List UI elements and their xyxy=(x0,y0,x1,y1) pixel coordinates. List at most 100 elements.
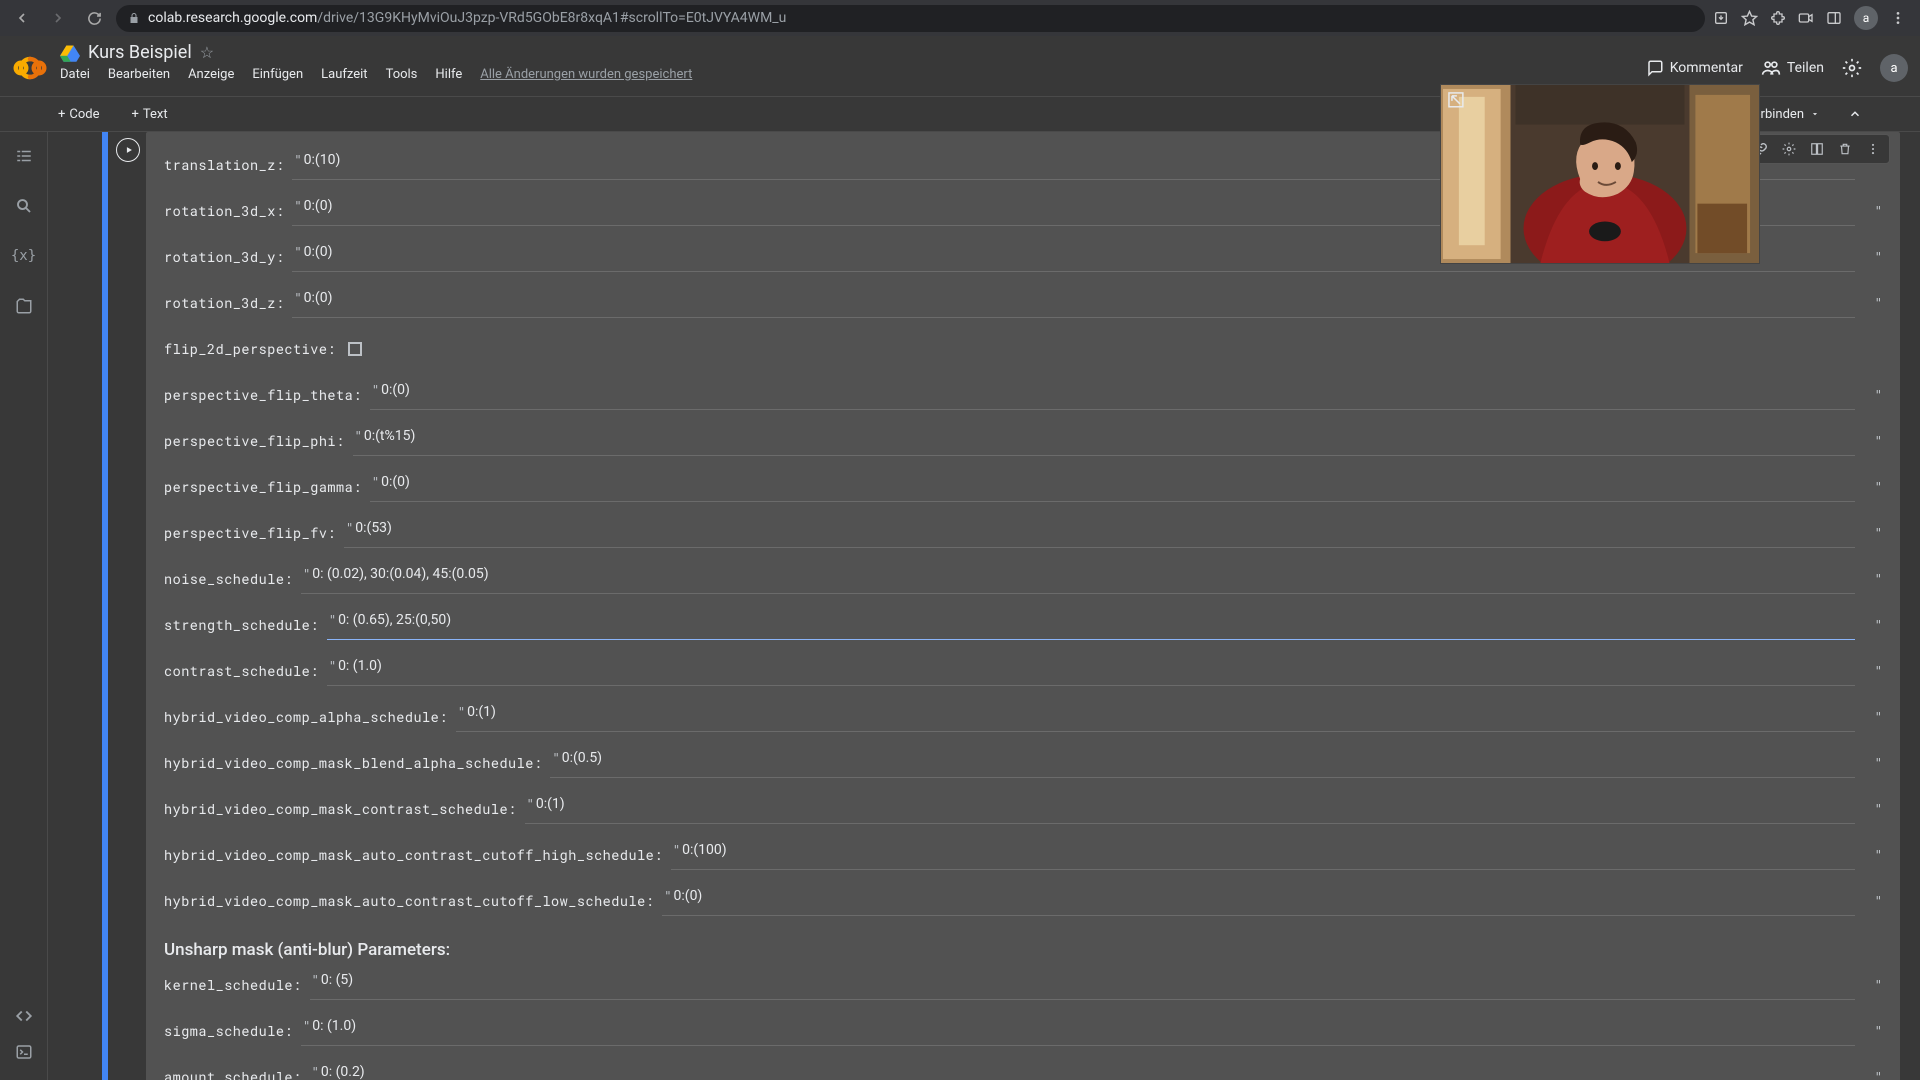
plus-icon: + xyxy=(132,107,139,122)
cell-focus-bar xyxy=(102,132,108,1080)
param-row: amount_schedule:"" xyxy=(164,1054,1882,1080)
quote-icon: " xyxy=(1875,802,1882,816)
quote-icon: " xyxy=(1875,572,1882,586)
param-label: perspective_flip_theta: xyxy=(164,386,362,404)
param-input[interactable] xyxy=(312,566,1855,582)
param-checkbox[interactable] xyxy=(348,342,362,356)
quote-icon: " xyxy=(310,973,321,987)
quote-icon: " xyxy=(344,521,355,535)
quote-icon: " xyxy=(292,153,303,167)
quote-icon: " xyxy=(550,751,561,765)
quote-icon: " xyxy=(662,889,673,903)
param-input[interactable] xyxy=(312,1018,1855,1034)
quote-icon: " xyxy=(1875,756,1882,770)
param-input[interactable] xyxy=(381,382,1855,398)
param-field[interactable]: " xyxy=(301,564,1855,594)
param-field[interactable]: " xyxy=(456,702,1855,732)
notebook-title[interactable]: Kurs Beispiel xyxy=(88,42,192,63)
param-label: rotation_3d_z: xyxy=(164,294,284,312)
param-input[interactable] xyxy=(338,658,1855,674)
param-input[interactable] xyxy=(381,474,1855,490)
run-cell-button[interactable] xyxy=(116,138,140,162)
search-icon[interactable] xyxy=(14,196,34,216)
delete-icon[interactable] xyxy=(1833,137,1857,161)
param-field[interactable]: " xyxy=(301,1016,1855,1046)
param-field[interactable]: " xyxy=(353,426,1855,456)
menu-view[interactable]: Anzeige xyxy=(188,67,234,82)
star-icon[interactable]: ☆ xyxy=(200,43,214,62)
quote-icon: " xyxy=(1875,710,1882,724)
param-row: strength_schedule:"" xyxy=(164,602,1882,648)
param-field[interactable]: " xyxy=(370,472,1855,502)
param-row: hybrid_video_comp_mask_contrast_schedule… xyxy=(164,786,1882,832)
comment-button[interactable]: Kommentar xyxy=(1646,59,1743,77)
reload-button[interactable] xyxy=(80,4,108,32)
forward-button[interactable] xyxy=(44,4,72,32)
param-input[interactable] xyxy=(304,290,1855,306)
user-avatar[interactable]: a xyxy=(1880,54,1908,82)
variables-icon[interactable]: {x} xyxy=(14,246,34,266)
param-field[interactable]: " xyxy=(671,840,1855,870)
param-label: hybrid_video_comp_mask_auto_contrast_cut… xyxy=(164,892,654,910)
extension-icon[interactable] xyxy=(1770,10,1786,26)
browser-avatar[interactable]: a xyxy=(1854,6,1878,30)
menu-insert[interactable]: Einfügen xyxy=(252,67,303,82)
bookmark-icon[interactable] xyxy=(1741,10,1758,27)
param-field[interactable]: " xyxy=(662,886,1854,916)
param-input[interactable] xyxy=(364,428,1855,444)
comment-icon xyxy=(1646,59,1664,77)
back-button[interactable] xyxy=(8,4,36,32)
menu-runtime[interactable]: Laufzeit xyxy=(321,67,367,82)
quote-icon: " xyxy=(1875,1070,1882,1080)
param-field[interactable]: " xyxy=(292,288,1854,318)
menu-icon[interactable] xyxy=(1890,10,1906,26)
toc-icon[interactable] xyxy=(14,146,34,166)
menu-tools[interactable]: Tools xyxy=(386,67,418,82)
more-icon[interactable] xyxy=(1861,137,1885,161)
cell-settings-icon[interactable] xyxy=(1777,137,1801,161)
colab-logo-icon[interactable] xyxy=(12,50,48,86)
url-bar[interactable]: colab.research.google.com/drive/13G9KHyM… xyxy=(116,5,1705,32)
param-input[interactable] xyxy=(562,750,1855,766)
param-input[interactable] xyxy=(321,972,1855,988)
param-field[interactable]: " xyxy=(344,518,1855,548)
param-input[interactable] xyxy=(682,842,1855,858)
param-row: flip_2d_perspective: xyxy=(164,326,1882,372)
collapse-button[interactable] xyxy=(1838,103,1872,125)
param-row: hybrid_video_comp_mask_blend_alpha_sched… xyxy=(164,740,1882,786)
quote-icon: " xyxy=(671,843,682,857)
param-label: contrast_schedule: xyxy=(164,662,319,680)
param-input[interactable] xyxy=(674,888,1855,904)
sidepanel-icon[interactable] xyxy=(1826,10,1842,26)
quote-icon: " xyxy=(1875,664,1882,678)
param-input[interactable] xyxy=(467,704,1855,720)
add-code-button[interactable]: + Code xyxy=(48,103,110,126)
camera-icon[interactable] xyxy=(1798,10,1814,26)
add-text-button[interactable]: + Text xyxy=(122,103,178,126)
param-label: perspective_flip_gamma: xyxy=(164,478,362,496)
code-snippets-icon[interactable] xyxy=(14,1006,34,1026)
menu-file[interactable]: Datei xyxy=(60,67,90,82)
terminal-icon[interactable] xyxy=(14,1042,34,1062)
param-field[interactable]: " xyxy=(327,610,1855,640)
param-input[interactable] xyxy=(321,1064,1855,1080)
share-button[interactable]: Teilen xyxy=(1761,58,1824,78)
menu-edit[interactable]: Bearbeiten xyxy=(108,67,170,82)
menu-help[interactable]: Hilfe xyxy=(435,67,462,82)
install-icon[interactable] xyxy=(1713,10,1729,26)
files-icon[interactable] xyxy=(14,296,34,316)
param-field[interactable]: " xyxy=(327,656,1855,686)
param-input[interactable] xyxy=(355,520,1855,536)
param-label: rotation_3d_y: xyxy=(164,248,284,266)
save-status[interactable]: Alle Änderungen wurden gespeichert xyxy=(480,67,692,82)
param-field[interactable]: " xyxy=(370,380,1855,410)
param-input[interactable] xyxy=(536,796,1855,812)
param-field[interactable]: " xyxy=(310,1062,1855,1080)
param-field[interactable]: " xyxy=(310,970,1855,1000)
param-field[interactable]: " xyxy=(550,748,1854,778)
quote-icon: " xyxy=(456,705,467,719)
param-input[interactable] xyxy=(338,612,1855,628)
param-field[interactable]: " xyxy=(525,794,1855,824)
mirror-icon[interactable] xyxy=(1805,137,1829,161)
settings-button[interactable] xyxy=(1842,58,1862,78)
